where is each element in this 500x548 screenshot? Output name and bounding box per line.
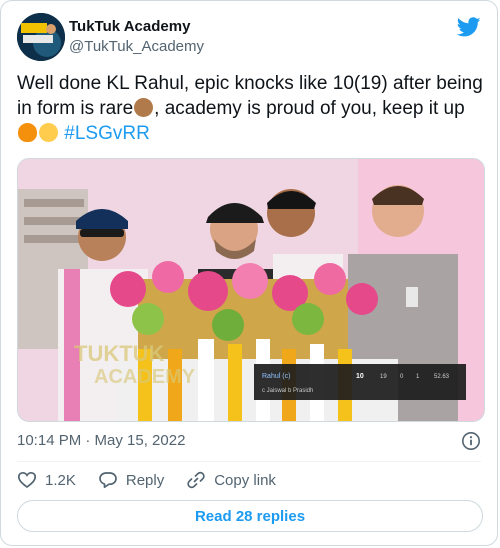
tweet-header: TukTuk Academy @TukTuk_Academy: [17, 13, 481, 61]
author-names: TukTuk Academy @TukTuk_Academy: [69, 17, 204, 57]
read-replies-button[interactable]: Read 28 replies: [17, 500, 483, 532]
tweet-actions: 1.2K Reply Copy link: [17, 469, 298, 491]
tweet-text: Well done KL Rahul, epic knocks like 10(…: [17, 71, 483, 146]
divider: [17, 461, 481, 462]
twitter-bird-icon[interactable]: [457, 15, 481, 39]
heart-eyes-icon: [39, 123, 58, 142]
scorecard-balls: 19: [380, 374, 387, 380]
reply-button[interactable]: Reply: [98, 470, 164, 490]
tweet-media-image[interactable]: TUKTUK ACADEMY Rahul (c) c Jaiswal b Pra…: [17, 158, 485, 422]
scorecard-batter: Rahul (c): [262, 373, 290, 380]
like-count: 1.2K: [45, 471, 76, 489]
tweet-card: TukTuk Academy @TukTuk_Academy Well done…: [0, 0, 498, 546]
scorecard-runs: 10: [356, 373, 364, 380]
info-icon[interactable]: [461, 431, 481, 451]
like-button[interactable]: 1.2K: [17, 470, 76, 490]
watermark-line-1: TUKTUK: [74, 341, 165, 366]
scorecard-strike-rate: 52.63: [434, 374, 450, 380]
heart-icon: [17, 471, 37, 489]
scorecard-dismissal: c Jaiswal b Prasidh: [262, 388, 313, 394]
media-photo: TUKTUK ACADEMY Rahul (c) c Jaiswal b Pra…: [18, 159, 484, 421]
see-no-evil-monkey-icon: [134, 98, 154, 117]
avatar[interactable]: [17, 13, 65, 61]
watermark-line-2: ACADEMY: [94, 366, 196, 388]
author-handle[interactable]: @TukTuk_Academy: [69, 37, 204, 57]
reply-bubble-icon: [99, 472, 117, 489]
author-display-name[interactable]: TukTuk Academy: [69, 17, 204, 37]
fire-icon: [18, 123, 37, 142]
tweet-timestamp[interactable]: 10:14 PM · May 15, 2022: [17, 431, 185, 451]
tweet-text-part-2: , academy is proud of you, keep it up: [154, 98, 465, 119]
reply-label: Reply: [125, 471, 165, 489]
link-icon: [187, 471, 205, 489]
copy-link-label: Copy link: [214, 471, 276, 489]
hashtag-link[interactable]: #LSGvRR: [64, 123, 150, 144]
copy-link-button[interactable]: Copy link: [186, 470, 276, 490]
